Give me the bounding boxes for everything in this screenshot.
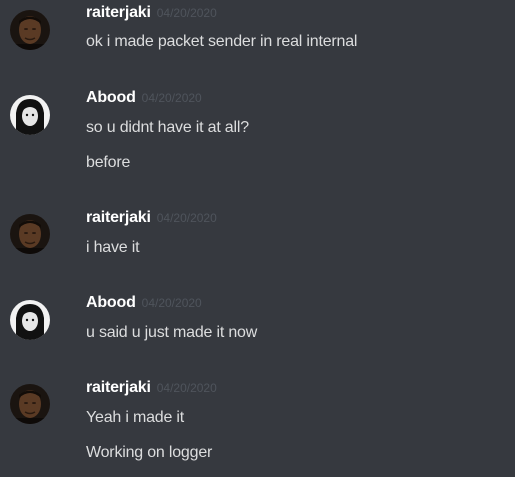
username[interactable]: Abood: [86, 89, 136, 106]
message-header: raiterjaki 04/20/2020: [86, 209, 217, 229]
timestamp[interactable]: 04/20/2020: [142, 296, 202, 310]
timestamp[interactable]: 04/20/2020: [157, 6, 217, 20]
user-avatar-bw-icon[interactable]: [10, 95, 50, 135]
message-text: i have it: [86, 239, 140, 256]
username[interactable]: raiterjaki: [86, 379, 151, 396]
timestamp[interactable]: 04/20/2020: [157, 211, 217, 225]
username[interactable]: raiterjaki: [86, 209, 151, 226]
message-text: ok i made packet sender in real internal: [86, 33, 358, 50]
timestamp[interactable]: 04/20/2020: [157, 381, 217, 395]
message-text: u said u just made it now: [86, 324, 258, 341]
message-text: before: [86, 154, 131, 171]
username[interactable]: Abood: [86, 294, 136, 311]
user-avatar-bw-icon[interactable]: [10, 300, 50, 340]
user-avatar-dark-icon[interactable]: [10, 384, 50, 424]
user-avatar-dark-icon[interactable]: [10, 214, 50, 254]
message-header: Abood 04/20/2020: [86, 89, 202, 109]
message-header: raiterjaki 04/20/2020: [86, 4, 217, 24]
chat-message-list: raiterjaki 04/20/2020 ok i made packet se…: [0, 0, 515, 477]
message-header: Abood 04/20/2020: [86, 294, 202, 314]
message-text: so u didnt have it at all?: [86, 119, 249, 136]
message-text: Working on logger: [86, 444, 213, 461]
user-avatar-dark-icon[interactable]: [10, 10, 50, 50]
username[interactable]: raiterjaki: [86, 4, 151, 21]
message-text: Yeah i made it: [86, 409, 185, 426]
timestamp[interactable]: 04/20/2020: [142, 91, 202, 105]
message-header: raiterjaki 04/20/2020: [86, 379, 217, 399]
